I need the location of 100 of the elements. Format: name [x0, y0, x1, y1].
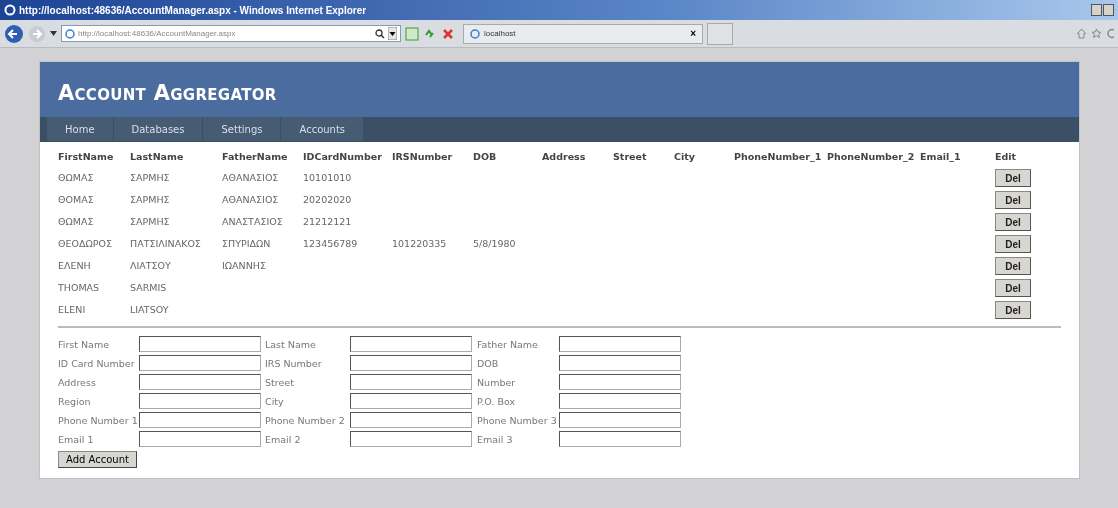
address-bar[interactable]: http://localhost:48636/AccountManager.aspx — [61, 25, 401, 42]
delete-button[interactable]: Del — [995, 235, 1031, 253]
field-label: Address — [58, 376, 97, 388]
field-label: Email 1 — [58, 433, 95, 445]
input-field[interactable] — [559, 374, 681, 390]
column-header: Street — [613, 151, 648, 164]
table-cell-text: ΛΙΑΤΣΟΥ — [130, 258, 172, 273]
table-cell-text: ΙΩΑΝΝΗΣ — [222, 258, 267, 273]
table-cell-text: ΘΕΟΔΩΡΟΣ — [58, 236, 113, 251]
delete-button[interactable]: Del — [995, 191, 1031, 209]
field-label: Last Name — [265, 338, 317, 350]
back-button[interactable] — [4, 23, 24, 44]
table-cell-text: ΑΝΑΣΤΑΣΙΟΣ — [222, 214, 284, 229]
search-icon[interactable] — [375, 28, 385, 39]
table-cell-text: ΘΩΜΑΣ — [58, 170, 95, 185]
column-header: FatherName — [222, 151, 289, 164]
input-field[interactable] — [559, 431, 681, 447]
dropdown-icon[interactable] — [388, 27, 397, 40]
table-cell-text: ΣΠΥΡΙΔΩΝ — [222, 236, 272, 251]
field-label: First Name — [58, 338, 111, 350]
nav-link[interactable]: Databases — [113, 117, 204, 141]
input-field[interactable] — [350, 355, 472, 371]
table-cell-text: ΣΑΡΜΗΣ — [130, 214, 171, 229]
field-label: Number — [477, 376, 517, 388]
field-label: Phone Number 3 — [477, 414, 558, 426]
dropdown-icon[interactable] — [50, 31, 57, 36]
add-account-button[interactable]: Add Account — [58, 451, 137, 468]
table-cell-text: SARMIS — [130, 280, 168, 295]
browser-tab[interactable]: localhost × — [463, 23, 703, 44]
nav-link[interactable]: Home — [47, 117, 114, 141]
input-field[interactable] — [139, 355, 261, 371]
column-header: Address — [542, 151, 587, 164]
column-header: FirstName — [58, 151, 115, 164]
column-header: DOB — [473, 151, 498, 164]
field-label: ID Card Number — [58, 357, 136, 369]
browser-logo-icon — [4, 4, 16, 16]
input-field[interactable] — [559, 355, 681, 371]
table-cell-text: 123456789 — [303, 236, 359, 251]
star-icon[interactable] — [1091, 28, 1102, 39]
input-field[interactable] — [139, 431, 261, 447]
delete-button[interactable]: Del — [995, 301, 1031, 319]
stop-icon[interactable] — [441, 26, 455, 41]
table-cell-text: 21212121 — [303, 214, 353, 229]
input-field[interactable] — [139, 393, 261, 409]
table-cell-text: 5/8/1980 — [473, 236, 517, 251]
window-title: http://localhost:48636/AccountManager.aspx - Windows Internet Explorer — [19, 4, 368, 16]
input-field[interactable] — [139, 374, 261, 390]
maximize-button[interactable] — [1103, 4, 1114, 16]
field-label: Region — [58, 395, 92, 407]
page-globe-icon — [65, 28, 75, 39]
column-header: IRSNumber — [392, 151, 454, 164]
input-field[interactable] — [350, 412, 472, 428]
field-label: Email 2 — [265, 433, 302, 445]
table-cell-text: 10101010 — [303, 170, 353, 185]
column-header: PhoneNumber_2 — [827, 151, 916, 164]
input-field[interactable] — [350, 431, 472, 447]
column-header: IDCardNumber — [303, 151, 383, 164]
input-field[interactable] — [139, 336, 261, 352]
column-header: Edit — [995, 151, 1018, 164]
column-header: LastName — [130, 151, 185, 164]
page-globe-icon — [470, 28, 480, 39]
column-header: Email_1 — [920, 151, 962, 164]
field-label: Phone Number 2 — [265, 414, 346, 426]
table-cell-text: ΕΛΕΝΗ — [58, 258, 92, 273]
column-header: PhoneNumber_1 — [734, 151, 823, 164]
field-label: City — [265, 395, 285, 407]
minimize-button[interactable] — [1091, 4, 1102, 16]
delete-button[interactable]: Del — [995, 169, 1031, 187]
table-cell-text: 20202020 — [303, 192, 353, 207]
input-field[interactable] — [559, 336, 681, 352]
delete-button[interactable]: Del — [995, 213, 1031, 231]
delete-button[interactable]: Del — [995, 257, 1031, 275]
delete-button[interactable]: Del — [995, 279, 1031, 297]
field-label: DOB — [477, 357, 500, 369]
table-cell-text: ΑΘΑΝΑΣΙΟΣ — [222, 170, 280, 185]
input-field[interactable] — [139, 412, 261, 428]
field-label: P.O. Box — [477, 395, 517, 407]
field-label: Email 3 — [477, 433, 514, 445]
table-cell-text: ELENI — [58, 302, 87, 317]
table-cell-text: 101220335 — [392, 236, 448, 251]
field-label: IRS Number — [265, 357, 323, 369]
field-label: Phone Number 1 — [58, 414, 139, 426]
table-cell-text: LIATSOY — [130, 302, 170, 317]
site-title: Account Aggregator — [58, 80, 277, 105]
table-cell-text: ΑΘΑΝΑΣΙΟΣ — [222, 192, 280, 207]
input-field[interactable] — [350, 393, 472, 409]
close-tab-button[interactable]: × — [690, 28, 696, 39]
input-field[interactable] — [559, 393, 681, 409]
nav-link[interactable]: Settings — [203, 117, 282, 141]
input-field[interactable] — [350, 336, 472, 352]
field-label: Street — [265, 376, 295, 388]
column-header: City — [674, 151, 696, 164]
input-field[interactable] — [350, 374, 472, 390]
table-cell-text: ΠΑΤΣΙΛΙΝΑΚΟΣ — [130, 236, 202, 251]
input-field[interactable] — [559, 412, 681, 428]
table-cell-text: ΣΑΡΜΗΣ — [130, 192, 171, 207]
field-label: Father Name — [477, 338, 539, 350]
table-cell-text: ΘΩΜΑΣ — [58, 214, 95, 229]
table-cell-text: ΣΑΡΜΗΣ — [130, 170, 171, 185]
nav-link[interactable]: Accounts — [281, 117, 365, 141]
